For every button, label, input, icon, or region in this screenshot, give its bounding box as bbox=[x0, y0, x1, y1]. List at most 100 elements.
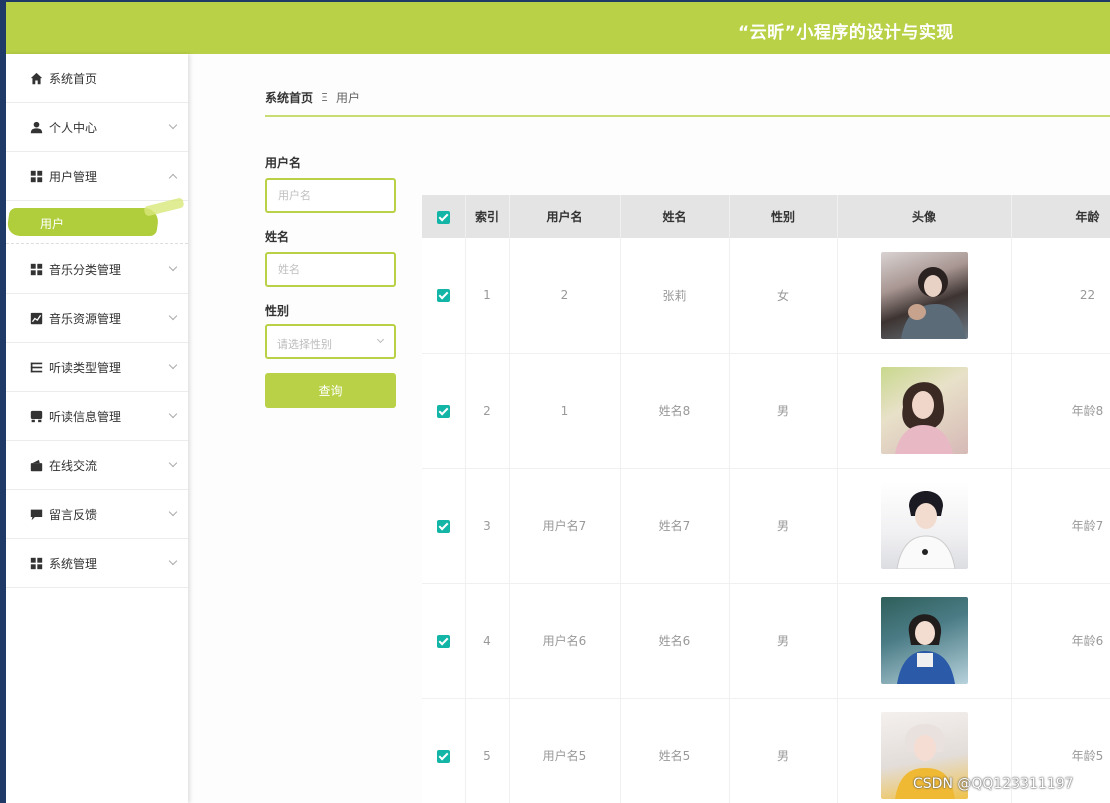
cell-index: 1 bbox=[465, 238, 510, 354]
breadcrumb-divider bbox=[265, 115, 1110, 117]
column-header-gender: 性别 bbox=[729, 195, 838, 238]
grid-icon bbox=[30, 263, 43, 276]
person-icon bbox=[30, 121, 43, 134]
avatar bbox=[880, 597, 968, 684]
cell-name: 姓名5 bbox=[620, 698, 730, 803]
cell-username: 2 bbox=[509, 238, 621, 354]
table-row: 1 2 张莉 女 22 bbox=[422, 238, 1110, 354]
breadcrumb-home[interactable]: 系统首页 bbox=[265, 89, 313, 106]
sidebar-item-music-resource[interactable]: 音乐资源管理 bbox=[6, 294, 188, 343]
sidebar-item-label: 听读类型管理 bbox=[49, 360, 122, 375]
chevron-up-icon bbox=[168, 173, 178, 183]
sidebar-item-label: 在线交流 bbox=[49, 458, 98, 473]
submenu-item-active-bg bbox=[6, 208, 160, 236]
row-checkbox[interactable] bbox=[436, 749, 450, 763]
main-content: 系统首页 Ξ 用户 用户名 姓名 性别 请选择性别 查询 索引 bbox=[194, 54, 1110, 803]
table-row: 3 用户名7 姓名7 男 年龄7 bbox=[422, 468, 1110, 584]
username-label: 用户名 bbox=[265, 156, 302, 170]
cell-username: 用户名5 bbox=[509, 698, 621, 803]
sidebar-item-label: 个人中心 bbox=[49, 120, 98, 135]
cell-name: 姓名8 bbox=[620, 353, 730, 469]
cell-index: 5 bbox=[465, 698, 510, 803]
sidebar-item-home[interactable]: 系统首页 bbox=[6, 54, 188, 103]
cell-username: 用户名6 bbox=[509, 583, 621, 699]
gender-select-placeholder: 请选择性别 bbox=[277, 338, 332, 351]
list-icon bbox=[30, 361, 43, 374]
sidebar: 系统首页 个人中心 用户管理 用户 音乐分类管理 音乐资源管理 听读类型管理 听… bbox=[6, 54, 188, 803]
chevron-down-icon bbox=[168, 458, 178, 468]
gender-label: 性别 bbox=[265, 304, 290, 318]
app-title: “云昕”小程序的设计与实现 bbox=[738, 23, 954, 43]
table-row: 4 用户名6 姓名6 男 年龄6 bbox=[422, 583, 1110, 699]
cell-name: 张莉 bbox=[620, 238, 730, 354]
sidebar-item-feedback[interactable]: 留言反馈 bbox=[6, 490, 188, 539]
avatar bbox=[880, 367, 968, 454]
top-header: “云昕”小程序的设计与实现 bbox=[6, 2, 1110, 54]
inbox-icon bbox=[30, 410, 43, 423]
chevron-down-icon bbox=[168, 556, 178, 566]
column-header-name: 姓名 bbox=[620, 195, 730, 238]
column-header-username: 用户名 bbox=[509, 195, 621, 238]
cell-gender: 男 bbox=[729, 468, 838, 584]
cell-username: 1 bbox=[509, 353, 621, 469]
column-header-index: 索引 bbox=[465, 195, 510, 238]
chevron-down-icon bbox=[168, 120, 178, 130]
sidebar-item-label: 系统管理 bbox=[49, 556, 98, 571]
breadcrumb-separator: Ξ bbox=[321, 91, 328, 104]
chevron-down-icon bbox=[168, 409, 178, 419]
table-header-row: 索引 用户名 姓名 性别 头像 年龄 bbox=[422, 195, 1110, 238]
avatar bbox=[880, 482, 968, 569]
select-all-cell bbox=[422, 195, 466, 238]
cell-gender: 男 bbox=[729, 583, 838, 699]
sidebar-item-music-category[interactable]: 音乐分类管理 bbox=[6, 245, 188, 294]
cell-gender: 男 bbox=[729, 353, 838, 469]
breadcrumb-current: 用户 bbox=[335, 91, 360, 105]
submenu-user-management: 用户 bbox=[6, 197, 188, 244]
sidebar-item-system-management[interactable]: 系统管理 bbox=[6, 539, 188, 588]
comment-icon bbox=[30, 508, 43, 521]
chart-icon bbox=[30, 312, 43, 325]
cell-index: 4 bbox=[465, 583, 510, 699]
name-label: 姓名 bbox=[265, 230, 290, 244]
row-checkbox[interactable] bbox=[436, 634, 450, 648]
select-all-checkbox[interactable] bbox=[436, 210, 450, 224]
sidebar-item-label: 系统首页 bbox=[49, 71, 98, 86]
sidebar-item-label: 留言反馈 bbox=[49, 507, 98, 522]
grid-icon bbox=[30, 557, 43, 570]
username-input[interactable] bbox=[265, 178, 396, 213]
chevron-down-icon bbox=[376, 335, 385, 344]
cell-name: 姓名7 bbox=[620, 468, 730, 584]
row-checkbox[interactable] bbox=[436, 519, 450, 533]
submenu-item-user[interactable]: 用户 bbox=[40, 215, 64, 232]
chevron-down-icon bbox=[168, 262, 178, 272]
cell-age: 年龄8 bbox=[1011, 353, 1110, 469]
chevron-down-icon bbox=[168, 311, 178, 321]
cell-age: 22 bbox=[1011, 238, 1110, 354]
sidebar-item-listen-info[interactable]: 听读信息管理 bbox=[6, 392, 188, 441]
row-checkbox[interactable] bbox=[436, 289, 450, 303]
query-button[interactable]: 查询 bbox=[265, 373, 396, 408]
sidebar-item-user-management[interactable]: 用户管理 bbox=[6, 152, 188, 201]
sidebar-item-label: 用户管理 bbox=[49, 169, 98, 184]
wallet-icon bbox=[30, 459, 43, 472]
cell-name: 姓名6 bbox=[620, 583, 730, 699]
gender-select[interactable]: 请选择性别 bbox=[265, 324, 396, 359]
cell-age: 年龄7 bbox=[1011, 468, 1110, 584]
cell-index: 3 bbox=[465, 468, 510, 584]
cell-gender: 女 bbox=[729, 238, 838, 354]
avatar bbox=[880, 251, 968, 339]
cell-gender: 男 bbox=[729, 698, 838, 803]
app-window: “云昕”小程序的设计与实现 系统首页 个人中心 用户管理 用户 音乐分类管理 音… bbox=[6, 2, 1110, 803]
sidebar-item-listen-type[interactable]: 听读类型管理 bbox=[6, 343, 188, 392]
watermark: CSDN @QQ123311197 bbox=[913, 776, 1074, 792]
sidebar-item-label: 听读信息管理 bbox=[49, 409, 122, 424]
grid-icon bbox=[30, 170, 43, 183]
name-input[interactable] bbox=[265, 252, 396, 287]
user-table: 索引 用户名 姓名 性别 头像 年龄 1 2 张莉 女 22 2 1 姓名8 男… bbox=[422, 195, 1110, 803]
row-checkbox[interactable] bbox=[436, 404, 450, 418]
sidebar-item-online-chat[interactable]: 在线交流 bbox=[6, 441, 188, 490]
chevron-down-icon bbox=[168, 507, 178, 517]
table-row: 2 1 姓名8 男 年龄8 bbox=[422, 353, 1110, 469]
column-header-age: 年龄 bbox=[1011, 195, 1110, 238]
sidebar-item-profile[interactable]: 个人中心 bbox=[6, 103, 188, 152]
